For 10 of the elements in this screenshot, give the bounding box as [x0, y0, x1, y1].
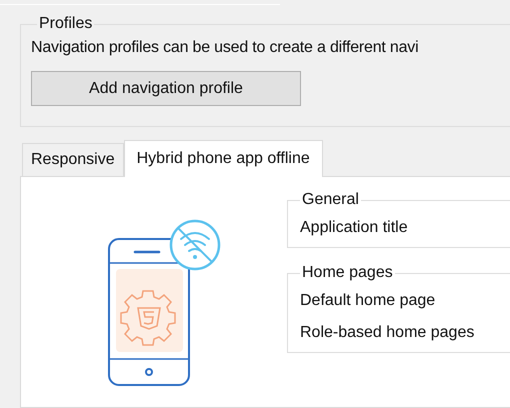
setting-label: Default home page: [300, 292, 436, 310]
tab[interactable]: Hybrid phone app offline: [124, 140, 323, 177]
group-title: Profiles: [38, 15, 94, 33]
group-title: Home pages: [301, 264, 394, 282]
add-profile-button[interactable]: Add navigation profile: [31, 71, 301, 106]
setting-label: Application title: [300, 219, 409, 237]
setting-label: Role-based home pages: [300, 324, 476, 342]
description-text: Navigation profiles can be used to create a different navi: [31, 39, 420, 57]
tab[interactable]: Responsive: [22, 143, 124, 176]
group-title: General: [301, 191, 360, 209]
